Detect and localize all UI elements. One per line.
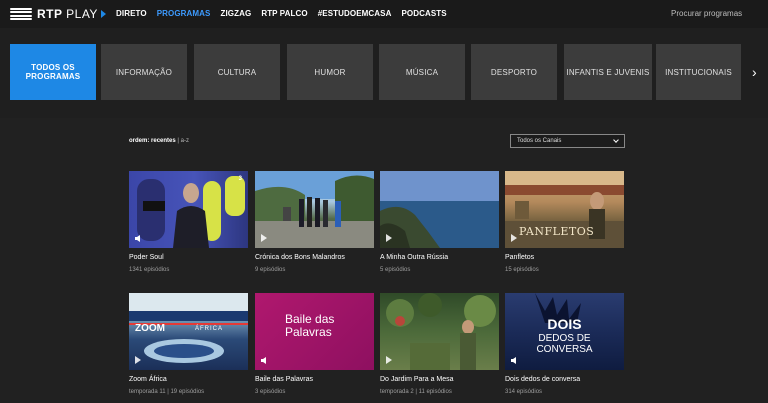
category-informacao[interactable]: INFORMAÇÃO	[101, 44, 187, 100]
thumbnail-title-overlay: DOIS	[547, 316, 582, 332]
chevron-down-icon	[613, 137, 619, 143]
program-episodes: 5 episódios	[380, 267, 411, 273]
nav-programas[interactable]: PROGRAMAS	[157, 9, 211, 18]
logo-icon	[10, 8, 32, 20]
rtp-play-logo[interactable]: RTP PLAY	[10, 7, 106, 21]
program-card[interactable]: Crónica dos Bons Malandros 9 episódios	[255, 171, 374, 273]
category-todos-os-programas[interactable]: TODOS OS PROGRAMAS	[10, 44, 96, 100]
top-navigation-bar: RTP PLAY DIRETO PROGRAMAS ZIGZAG RTP PAL…	[0, 0, 768, 28]
sort-recentes[interactable]: recentes	[151, 138, 176, 144]
thumbnail-subtitle-overlay: CONVERSA	[536, 344, 593, 355]
program-thumbnail[interactable]: ZOOM ÁFRICA	[129, 293, 248, 370]
speaker-icon	[261, 357, 266, 364]
nav-estudoemcasa[interactable]: #ESTUDOEMCASA	[318, 9, 392, 18]
program-episodes: temporada 11 | 19 episódios	[129, 389, 205, 395]
program-thumbnail[interactable]: Baile das Palavras	[255, 293, 374, 370]
play-icon	[386, 356, 392, 364]
logo-play-text: PLAY	[66, 7, 98, 21]
program-title[interactable]: A Minha Outra Rússia	[380, 254, 448, 261]
program-card[interactable]: A Minha Outra Rússia 5 episódios	[380, 171, 499, 273]
program-episodes: temporada 2 | 11 episódios	[380, 389, 452, 395]
play-icon	[511, 234, 517, 242]
program-title[interactable]: Zoom África	[129, 376, 167, 383]
main-nav: DIRETO PROGRAMAS ZIGZAG RTP PALCO #ESTUD…	[116, 9, 447, 18]
sort-label: ordem:	[129, 138, 150, 144]
nav-direto[interactable]: DIRETO	[116, 9, 147, 18]
logo-text: RTP	[37, 7, 63, 21]
program-title[interactable]: Do Jardim Para a Mesa	[380, 376, 454, 383]
thumbnail-title-overlay: PANFLETOS	[519, 225, 595, 238]
thumbnail-subtitle-overlay: ÁFRICA	[195, 326, 224, 332]
channel-filter-select[interactable]: Todos os Canais	[510, 134, 625, 148]
program-thumbnail[interactable]: DOIS DEDOS DE CONVERSA	[505, 293, 624, 370]
play-arrow-icon	[100, 10, 106, 18]
thumbnail-title-overlay: ZOOM	[135, 323, 165, 334]
program-title[interactable]: Panfletos	[505, 254, 534, 261]
program-thumbnail[interactable]: PANFLETOS	[505, 171, 624, 248]
program-thumbnail[interactable]	[255, 171, 374, 248]
program-thumbnail[interactable]: 3	[129, 171, 248, 248]
speaker-icon	[135, 235, 140, 242]
program-card[interactable]: PANFLETOS Panfletos 15 episódios	[505, 171, 624, 273]
chevron-right-icon[interactable]: ›	[752, 64, 757, 80]
program-thumbnail[interactable]	[380, 171, 499, 248]
program-episodes: 3 episódios	[255, 389, 286, 395]
program-title[interactable]: Baile das Palavras	[255, 376, 313, 383]
sort-separator: |	[177, 138, 179, 144]
program-episodes: 15 episódios	[505, 267, 539, 273]
program-card[interactable]: Do Jardim Para a Mesa temporada 2 | 11 e…	[380, 293, 499, 395]
category-musica[interactable]: MÚSICA	[379, 44, 465, 100]
program-card[interactable]: 3 Poder Soul 1341 episódios	[129, 171, 248, 273]
thumbnail-subtitle-overlay: DEDOS DE	[538, 333, 591, 344]
program-title[interactable]: Dois dedos de conversa	[505, 376, 580, 383]
program-card[interactable]: ZOOM ÁFRICA Zoom África temporada 11 | 1…	[129, 293, 248, 395]
category-institucionais[interactable]: INSTITUCIONAIS	[656, 44, 741, 100]
nav-zigzag[interactable]: ZIGZAG	[220, 9, 251, 18]
category-humor[interactable]: HUMOR	[287, 44, 373, 100]
program-thumbnail[interactable]	[380, 293, 499, 370]
category-cultura[interactable]: CULTURA	[194, 44, 280, 100]
category-infantis-e-juvenis[interactable]: INFANTIS E JUVENIS	[564, 44, 652, 100]
category-strip: TODOS OS PROGRAMAS INFORMAÇÃO CULTURA HU…	[0, 28, 768, 118]
play-icon	[386, 234, 392, 242]
program-title[interactable]: Crónica dos Bons Malandros	[255, 254, 345, 261]
sort-a-z[interactable]: a-z	[181, 138, 189, 144]
search-programs-link[interactable]: Procurar programas	[671, 9, 742, 18]
play-icon	[135, 356, 141, 364]
sort-controls: ordem: recentes | a-z	[129, 138, 189, 144]
nav-rtp-palco[interactable]: RTP PALCO	[261, 9, 307, 18]
program-card[interactable]: DOIS DEDOS DE CONVERSA Dois dedos de con…	[505, 293, 624, 395]
program-episodes: 314 episódios	[505, 389, 543, 395]
category-desporto[interactable]: DESPORTO	[471, 44, 557, 100]
program-card[interactable]: Baile das Palavras Baile das Palavras 3 …	[255, 293, 374, 395]
thumbnail-title-overlay: Baile das Palavras	[285, 312, 335, 339]
program-episodes: 1341 episódios	[129, 267, 170, 273]
program-episodes: 9 episódios	[255, 267, 286, 273]
speaker-icon	[511, 357, 516, 364]
program-title[interactable]: Poder Soul	[129, 254, 164, 261]
nav-podcasts[interactable]: PODCASTS	[401, 9, 446, 18]
channel-filter-value: Todos os Canais	[517, 138, 562, 144]
episode-badge: 3	[238, 176, 242, 182]
play-icon	[261, 234, 267, 242]
